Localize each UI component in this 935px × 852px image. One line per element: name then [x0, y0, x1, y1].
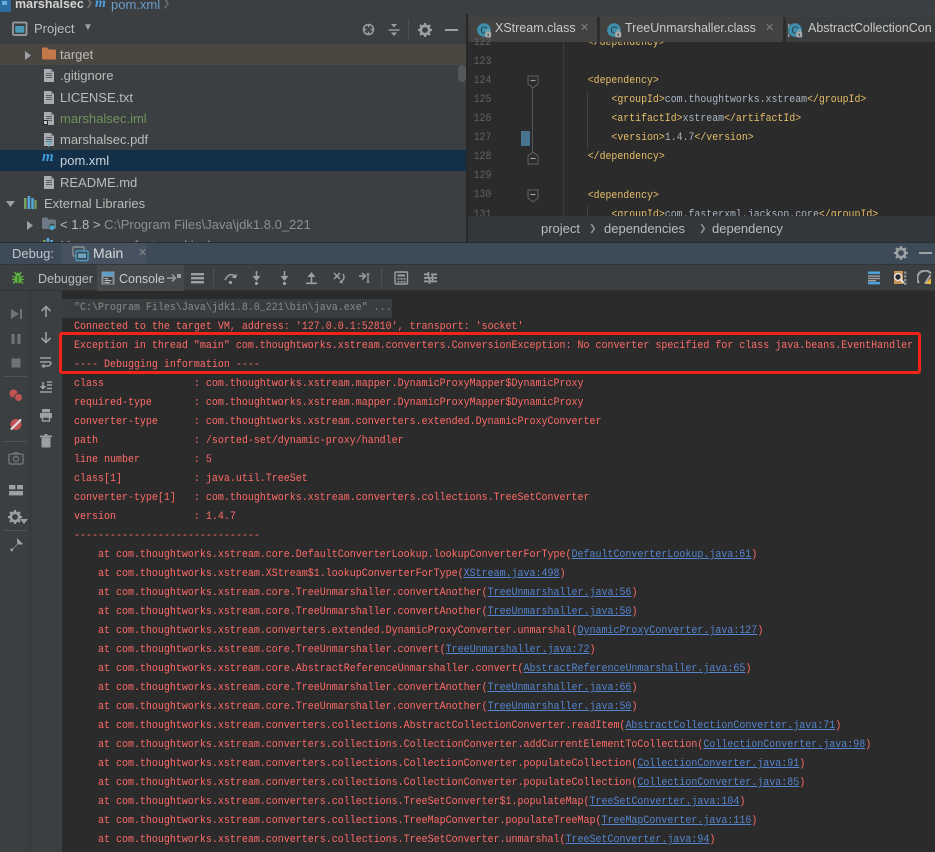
svg-text:?: ? [46, 139, 52, 147]
